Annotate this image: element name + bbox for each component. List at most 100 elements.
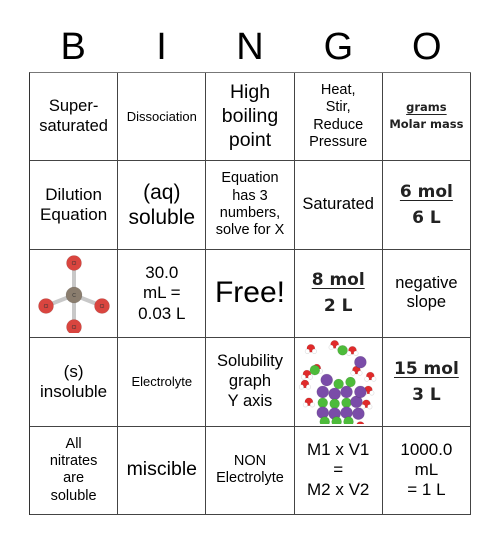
hydrogen-atom [368,390,374,396]
fraction-denominator: 3 L [412,384,441,405]
atom-label: Cl [71,261,76,267]
chloride-ion [332,378,344,390]
fraction-denominator: 2 L [323,296,353,317]
cell-text: negative slope [395,273,458,312]
hydrogen-atom [370,376,376,382]
bingo-cell[interactable]: 6 mol 6 L [382,161,471,250]
fraction-denominator: Molar mass [389,117,464,132]
nacl-dissolving-icon [298,339,376,424]
bingo-cell[interactable]: (aq) soluble [118,161,207,250]
hydrogen-atom [363,376,370,382]
hydrogen-atom [300,374,306,380]
cell-text: Electrolyte [131,374,193,390]
chloride-ion [336,344,348,356]
cell-text: Equation has 3 numbers, solve for X [215,170,285,239]
atom-label: Cl [99,304,104,310]
cell-text: Heat, Stir, Reduce Pressure [309,81,368,151]
chloride-ion [340,397,352,408]
chloride-ion [330,416,342,424]
chloride-ion [319,416,330,424]
fraction-numerator: 15 mol [393,358,459,379]
hydrogen-atom [311,348,317,354]
atom-label: C [72,293,76,299]
hydrogen-atom [298,384,304,390]
bingo-cell[interactable]: M1 x V1 = M2 x V2 [294,426,383,515]
bingo-cell[interactable] [294,338,383,427]
cell-text: All nitrates are soluble [49,435,98,504]
bingo-header: B I N G O [29,22,471,72]
hydrogen-atom [302,402,308,408]
fraction-numerator: grams [406,100,447,115]
bingo-cell[interactable]: Dilution Equation [30,161,119,250]
bingo-cell[interactable]: Super- saturated [30,73,119,162]
header-letter-o: O [411,26,442,68]
cell-text: Dissociation [126,108,197,124]
hydrogen-atom [309,402,315,408]
header-letter-g: G [323,26,354,68]
bingo-cell[interactable]: High boiling point [206,73,295,162]
hydrogen-atom [349,370,356,376]
cell-text: miscible [126,458,197,481]
bingo-cell[interactable]: grams Molar mass [382,73,471,162]
bingo-cell[interactable]: Equation has 3 numbers, solve for X [206,161,295,250]
chloride-ion [317,397,328,408]
sodium-ion [351,407,365,420]
cell-text: 1000.0 mL = 1 L [400,439,453,500]
bingo-cell[interactable]: All nitrates are soluble [30,426,119,515]
fraction: 8 mol 2 L [312,270,365,317]
hydrogen-atom [307,374,313,380]
bingo-cell[interactable]: NON Electrolyte [206,426,295,515]
sodium-ion [327,387,341,401]
fraction-numerator: 6 mol [399,181,453,202]
bingo-cell[interactable]: miscible [118,426,207,515]
cell-text: Free! [214,276,285,310]
chloride-ion [309,364,320,376]
cell-text: Super- saturated [39,96,108,135]
bingo-grid: Super- saturated Dissociation High boili… [29,72,471,515]
bingo-cell[interactable]: 8 mol 2 L [294,249,383,339]
fraction: 6 mol 6 L [400,182,453,229]
sodium-ion [353,385,367,399]
bingo-cell[interactable]: 15 mol 3 L [382,338,471,427]
bingo-cell[interactable]: Saturated [294,161,383,250]
fraction-denominator: 6 L [412,208,441,229]
cell-text: 30.0 mL = 0.03 L [138,262,186,323]
fraction: 15 mol 3 L [394,359,459,406]
chloride-ion [342,416,354,424]
bingo-cell[interactable]: Cl Cl Cl Cl C [30,249,119,339]
ccl4-molecule-icon: Cl Cl Cl Cl C [37,255,110,334]
cell-text: Saturated [302,195,374,214]
free-space-cell[interactable]: Free! [206,249,295,339]
bingo-cell[interactable]: Dissociation [118,73,207,162]
sodium-ion [320,373,333,387]
header-letter-n: N [236,26,264,68]
fraction: grams Molar mass [389,101,463,132]
hydrogen-atom [328,344,334,350]
bingo-cell[interactable]: 1000.0 mL = 1 L [382,426,471,515]
bingo-cell[interactable]: Heat, Stir, Reduce Pressure [294,73,383,162]
cell-text: NON Electrolyte [216,452,284,487]
header-letter-i: I [156,26,167,68]
chloride-ion [344,376,356,388]
sodium-ion [353,355,367,369]
cell-text: Dilution Equation [40,184,108,225]
bingo-cell[interactable]: negative slope [382,249,471,339]
bingo-cell[interactable]: Solubility graph Y axis [206,338,295,427]
hydrogen-atom [304,348,310,354]
hydrogen-atom [305,384,311,390]
cell-text: (aq) soluble [128,180,196,230]
chloride-ion [328,398,340,409]
atom-label: Cl [71,325,76,331]
bingo-cell[interactable]: Electrolyte [118,338,207,427]
oxygen-atom [356,421,364,424]
hydrogen-atom [366,404,372,410]
hydrogen-atom [352,350,359,356]
fraction-numerator: 8 mol [311,270,365,291]
cell-text: High boiling point [221,81,279,151]
cell-text: (s) insoluble [40,361,108,401]
sodium-ion [316,385,329,399]
cell-text: Solubility graph Y axis [216,352,284,410]
bingo-cell[interactable]: 30.0 mL = 0.03 L [118,249,207,339]
cell-text: M1 x V1 = M2 x V2 [307,439,370,500]
bingo-cell[interactable]: (s) insoluble [30,338,119,427]
